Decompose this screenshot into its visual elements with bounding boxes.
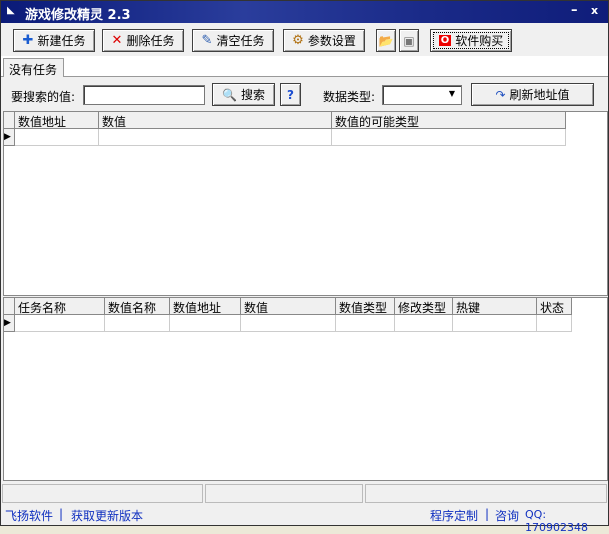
table-cell[interactable] (453, 315, 537, 332)
col-header[interactable]: 数值 (99, 112, 332, 129)
status-panel (365, 484, 607, 503)
table-cell[interactable] (99, 129, 332, 146)
floppy-icon: ▣ (403, 33, 415, 48)
tab-no-task[interactable]: 没有任务 (3, 58, 64, 77)
row-indicator-icon: ▶ (4, 315, 15, 332)
data-type-select[interactable]: ▼ (382, 85, 462, 105)
grid-corner (4, 298, 15, 315)
new-task-label: 新建任务 (37, 34, 86, 48)
minimize-button[interactable]: – (571, 3, 578, 18)
search-value-input[interactable] (83, 85, 205, 105)
table-cell[interactable] (105, 315, 170, 332)
col-header[interactable]: 数值的可能类型 (332, 112, 566, 129)
refresh-label: 刷新地址值 (509, 88, 570, 102)
table-cell[interactable] (395, 315, 453, 332)
new-task-button[interactable]: ✚ 新建任务 (13, 29, 95, 52)
gear-icon: ⚙ (292, 33, 304, 48)
status-panel (2, 484, 203, 503)
col-header[interactable]: 修改类型 (395, 298, 453, 315)
search-label: 搜索 (240, 88, 265, 102)
col-header[interactable]: 数值地址 (15, 112, 99, 129)
buy-button[interactable]: O 软件购买 (430, 29, 512, 52)
update-link[interactable]: 获取更新版本 (71, 507, 143, 524)
row-indicator-icon: ▶ (4, 129, 15, 146)
col-header[interactable]: 任务名称 (15, 298, 105, 315)
table-cell[interactable] (336, 315, 395, 332)
buy-icon: O (438, 35, 452, 46)
chevron-down-icon: ▼ (448, 89, 455, 98)
consult-link[interactable]: 咨询 (495, 507, 519, 524)
settings-label: 参数设置 (307, 34, 356, 48)
plus-icon: ✚ (22, 33, 34, 48)
task-tabs: 没有任务 (1, 56, 608, 77)
delete-x-icon: ✕ (111, 33, 123, 48)
refresh-address-button[interactable]: ↷ 刷新地址值 (471, 83, 594, 106)
grid-corner (4, 112, 15, 129)
data-type-label: 数据类型: (323, 90, 376, 104)
feiyang-link[interactable]: 飞扬软件 (5, 507, 53, 524)
results-grid[interactable]: 数值地址 数值 数值的可能类型 ▶ (3, 111, 608, 296)
magnifier-icon: 🔍 (222, 87, 237, 102)
col-header[interactable]: 数值地址 (170, 298, 241, 315)
table-cell[interactable] (170, 315, 241, 332)
table-cell[interactable] (15, 129, 99, 146)
col-header[interactable]: 数值类型 (336, 298, 395, 315)
col-header[interactable]: 热键 (453, 298, 537, 315)
window-title: 游戏修改精灵 2.3 (25, 8, 131, 23)
delete-task-label: 删除任务 (126, 34, 175, 48)
col-header[interactable]: 状态 (537, 298, 572, 315)
separator: | (485, 507, 490, 521)
search-button[interactable]: 🔍 搜索 (212, 83, 275, 106)
status-panel (205, 484, 363, 503)
save-button[interactable]: ▣ (399, 29, 419, 52)
help-button[interactable]: ? (280, 83, 301, 106)
settings-button[interactable]: ⚙ 参数设置 (283, 29, 365, 52)
help-icon: ? (287, 87, 294, 102)
search-value-label: 要搜索的值: (11, 90, 76, 104)
col-header[interactable]: 数值 (241, 298, 336, 315)
refresh-icon: ↷ (495, 87, 506, 102)
table-cell[interactable] (15, 315, 105, 332)
clear-tasks-button[interactable]: ✎ 清空任务 (192, 29, 274, 52)
app-icon: ◣ (7, 5, 15, 16)
custom-program-link[interactable]: 程序定制 (430, 507, 478, 524)
table-cell[interactable] (332, 129, 566, 146)
buy-label: 软件购买 (455, 34, 504, 48)
folder-icon: 📂 (378, 33, 394, 48)
task-grid[interactable]: 任务名称 数值名称 数值地址 数值 数值类型 修改类型 热键 状态 ▶ (3, 297, 608, 481)
col-header[interactable]: 数值名称 (105, 298, 170, 315)
title-bar: ◣ 游戏修改精灵 2.3 – x (1, 1, 608, 23)
close-button[interactable]: x (591, 4, 598, 17)
table-cell[interactable] (241, 315, 336, 332)
broom-icon: ✎ (201, 33, 213, 48)
open-button[interactable]: 📂 (376, 29, 396, 52)
clear-tasks-label: 清空任务 (216, 34, 265, 48)
qq-number: QQ: 170902348 (525, 508, 588, 534)
separator: | (59, 507, 64, 521)
table-cell[interactable] (537, 315, 572, 332)
delete-task-button[interactable]: ✕ 删除任务 (102, 29, 184, 52)
main-window: ◣ 游戏修改精灵 2.3 – x ✚ 新建任务 ✕ 删除任务 ✎ 清空任务 ⚙ 参数设置… (0, 0, 609, 534)
